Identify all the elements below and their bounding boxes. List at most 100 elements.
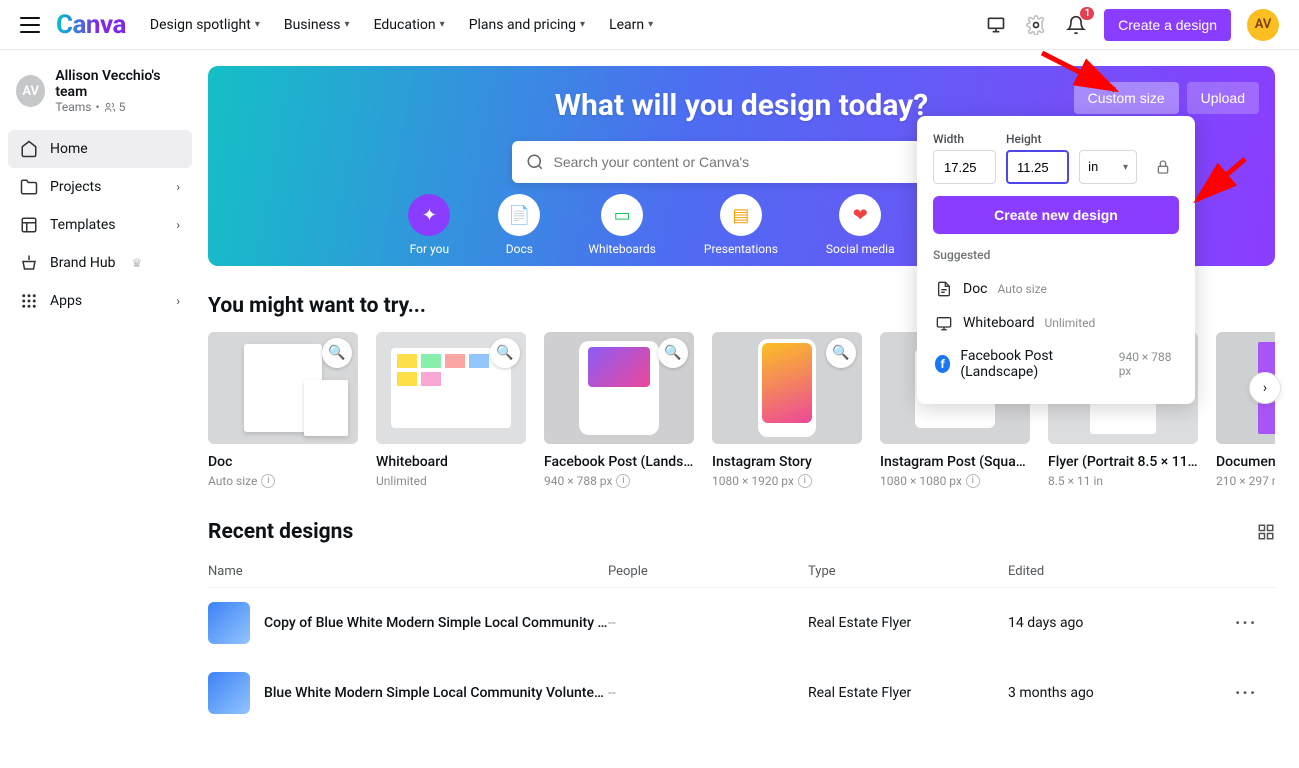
cat-label: For you <box>410 242 449 256</box>
zoom-icon[interactable]: 🔍 <box>322 338 352 368</box>
notification-badge: 1 <box>1080 7 1094 20</box>
sugg-sub: Auto size <box>998 282 1047 296</box>
team-subtitle: Teams• 5 <box>55 100 184 114</box>
sidebar-item-projects[interactable]: Projects › <box>8 168 192 206</box>
chevron-right-icon: › <box>176 218 180 232</box>
nav-business[interactable]: Business▾ <box>284 17 350 33</box>
cat-presentations[interactable]: ▤Presentations <box>704 194 778 256</box>
col-people: People <box>608 564 808 579</box>
zoom-icon[interactable]: 🔍 <box>490 338 520 368</box>
card-sub: Auto size <box>208 474 257 488</box>
height-label: Height <box>1006 132 1069 146</box>
cat-label: Presentations <box>704 242 778 256</box>
card-facebook-post[interactable]: 🔍 Facebook Post (Landscape) 940 × 788 px… <box>544 332 694 488</box>
doc-icon <box>935 280 953 298</box>
chevron-down-icon: ▾ <box>345 19 350 30</box>
brand-icon <box>20 254 38 272</box>
create-design-button[interactable]: Create a design <box>1104 9 1231 41</box>
edited-cell: 3 months ago <box>1008 685 1235 701</box>
card-title: Flyer (Portrait 8.5 × 11 in) <box>1048 454 1198 470</box>
cat-label: Social media <box>826 242 895 256</box>
cat-label: Whiteboards <box>588 242 656 256</box>
card-title: Document (A <box>1216 454 1275 470</box>
row-more-button[interactable]: ··· <box>1235 613 1275 634</box>
design-thumbnail <box>208 602 250 644</box>
gear-icon[interactable] <box>1024 13 1048 37</box>
width-input[interactable] <box>933 150 996 184</box>
scroll-next-button[interactable]: › <box>1249 372 1281 404</box>
height-input[interactable] <box>1006 150 1069 184</box>
nav-design-spotlight[interactable]: Design spotlight▾ <box>150 17 260 33</box>
desktop-icon[interactable] <box>984 13 1008 37</box>
chevron-down-icon: ▾ <box>648 19 653 30</box>
card-instagram-story[interactable]: 🔍 Instagram Story 1080 × 1920 pxi <box>712 332 862 488</box>
row-more-button[interactable]: ··· <box>1235 683 1275 704</box>
card-document-a4[interactable]: Document (A 210 × 297 mm <box>1216 332 1275 488</box>
card-doc[interactable]: 🔍 Doc Auto sizei <box>208 332 358 488</box>
card-sub: 210 × 297 mm <box>1216 474 1275 488</box>
sidebar-item-brand-hub[interactable]: Brand Hub ♛ <box>8 244 192 282</box>
people-cell: -- <box>608 615 808 631</box>
card-title: Instagram Story <box>712 454 862 470</box>
team-avatar: AV <box>16 75 45 107</box>
hero-banner: Custom size Upload What will you design … <box>208 66 1275 266</box>
lock-icon[interactable] <box>1147 150 1179 184</box>
upload-button[interactable]: Upload <box>1187 82 1259 114</box>
create-new-design-button[interactable]: Create new design <box>933 196 1179 234</box>
nav-plans[interactable]: Plans and pricing▾ <box>469 17 585 33</box>
card-whiteboard[interactable]: 🔍 Whiteboard Unlimited <box>376 332 526 488</box>
chevron-down-icon: ▾ <box>255 19 260 30</box>
sidebar-item-label: Brand Hub <box>50 255 115 271</box>
type-cell: Real Estate Flyer <box>808 615 1008 631</box>
info-icon[interactable]: i <box>616 474 630 488</box>
bell-icon[interactable]: 1 <box>1064 13 1088 37</box>
apps-icon <box>20 292 38 310</box>
info-icon[interactable]: i <box>798 474 812 488</box>
design-thumbnail <box>208 672 250 714</box>
cat-whiteboards[interactable]: ▭Whiteboards <box>588 194 656 256</box>
col-name: Name <box>208 564 608 579</box>
unit-select[interactable]: in▾ <box>1079 150 1137 184</box>
table-row[interactable]: Copy of Blue White Modern Simple Local C… <box>208 588 1275 658</box>
card-sub: 940 × 788 px <box>544 474 612 488</box>
custom-size-button[interactable]: Custom size <box>1074 82 1179 114</box>
hamburger-icon[interactable] <box>20 17 40 33</box>
design-name: Copy of Blue White Modern Simple Local C… <box>264 615 608 631</box>
folder-icon <box>20 178 38 196</box>
search-input[interactable] <box>554 154 958 170</box>
canva-logo[interactable]: Canva <box>56 10 126 40</box>
type-cell: Real Estate Flyer <box>808 685 1008 701</box>
team-switcher[interactable]: AV Allison Vecchio's team Teams• 5 <box>8 62 192 130</box>
nav-learn[interactable]: Learn▾ <box>609 17 653 33</box>
nav-education[interactable]: Education▾ <box>374 17 445 33</box>
suggested-facebook-post[interactable]: f Facebook Post (Landscape) 940 × 788 px <box>933 340 1179 388</box>
sidebar-item-apps[interactable]: Apps › <box>8 282 192 320</box>
grid-view-toggle[interactable] <box>1257 523 1275 541</box>
zoom-icon[interactable]: 🔍 <box>658 338 688 368</box>
sugg-sub: 940 × 788 px <box>1119 350 1177 378</box>
user-avatar[interactable]: AV <box>1247 9 1279 41</box>
chevron-down-icon: ▾ <box>440 19 445 30</box>
template-icon <box>20 216 38 234</box>
card-sub: 8.5 × 11 in <box>1048 474 1103 488</box>
cat-social[interactable]: ❤Social media <box>826 194 895 256</box>
facebook-icon: f <box>935 355 950 373</box>
info-icon[interactable]: i <box>966 474 980 488</box>
sidebar-item-home[interactable]: Home <box>8 130 192 168</box>
sugg-sub: Unlimited <box>1045 316 1096 330</box>
table-row[interactable]: Blue White Modern Simple Local Community… <box>208 658 1275 728</box>
chevron-right-icon: › <box>176 294 180 308</box>
top-nav: Design spotlight▾ Business▾ Education▾ P… <box>150 17 653 33</box>
sidebar-item-label: Apps <box>50 293 82 309</box>
suggested-whiteboard[interactable]: Whiteboard Unlimited <box>933 306 1179 340</box>
col-type: Type <box>808 564 1008 579</box>
sidebar-item-templates[interactable]: Templates › <box>8 206 192 244</box>
search-bar[interactable] <box>512 141 972 183</box>
cat-for-you[interactable]: ✦For you <box>408 194 450 256</box>
card-title: Instagram Post (Square) <box>880 454 1030 470</box>
zoom-icon[interactable]: 🔍 <box>826 338 856 368</box>
cat-docs[interactable]: 📄Docs <box>498 194 540 256</box>
table-header: Name People Type Edited <box>208 556 1275 588</box>
suggested-doc[interactable]: Doc Auto size <box>933 272 1179 306</box>
info-icon[interactable]: i <box>261 474 275 488</box>
